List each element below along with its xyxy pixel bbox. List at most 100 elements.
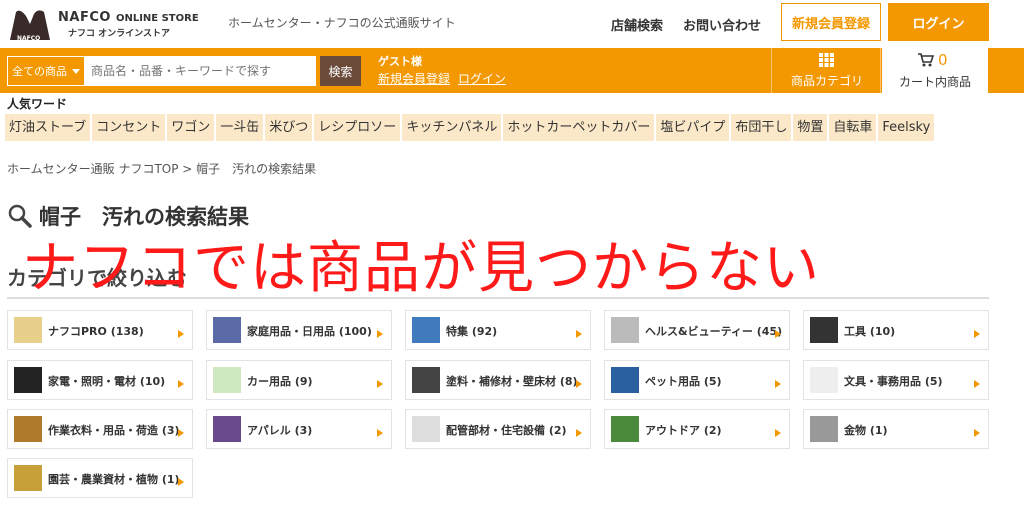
category-label: ナフコPRO (138)	[48, 325, 144, 338]
arrow-right-icon	[775, 429, 781, 437]
category-thumbnail	[213, 416, 241, 442]
category-menu-button[interactable]: 商品カテゴリ	[771, 48, 881, 93]
popular-tag[interactable]: 灯油ストーブ	[5, 114, 91, 141]
page-title: 帽子 汚れの検索結果	[7, 201, 249, 233]
guest-register-link[interactable]: 新規会員登録	[378, 72, 450, 86]
arrow-right-icon	[775, 330, 781, 338]
grid-icon	[819, 53, 834, 67]
category-thumbnail	[611, 317, 639, 343]
arrow-right-icon	[377, 330, 383, 338]
popular-tag[interactable]: 布団干し	[731, 114, 792, 141]
category-card[interactable]: カー用品 (9)	[206, 360, 392, 400]
chevron-down-icon	[72, 69, 80, 74]
popular-tag[interactable]: 米びつ	[265, 114, 313, 141]
category-label: ヘルス&ビューティー (45)	[645, 325, 783, 338]
category-card[interactable]: 特集 (92)	[405, 310, 591, 350]
arrow-right-icon	[178, 478, 184, 486]
search-button[interactable]: 検索	[320, 56, 361, 86]
login-button[interactable]: ログイン	[888, 3, 989, 41]
popular-tag[interactable]: レシプロソー	[314, 114, 401, 141]
category-thumbnail	[213, 317, 241, 343]
guest-login-link[interactable]: ログイン	[458, 72, 506, 86]
popular-tag[interactable]: ワゴン	[167, 114, 215, 141]
category-label: 塗料・補修材・壁床材 (8)	[446, 375, 578, 388]
popular-words-title: 人気ワード	[7, 97, 68, 111]
arrow-right-icon	[974, 330, 980, 338]
category-card[interactable]: 園芸・農業資材・植物 (1)	[7, 458, 193, 498]
category-thumbnail	[611, 367, 639, 393]
category-thumbnail	[213, 367, 241, 393]
cart-count: 0	[938, 51, 948, 69]
category-label: 家庭用品・日用品 (100)	[247, 325, 372, 338]
arrow-right-icon	[178, 330, 184, 338]
category-label: 作業衣料・用品・荷造 (3)	[48, 424, 180, 437]
site-header: NAFCO NAFCO ONLINE STORE ナフコ オンラインストア ホー…	[0, 0, 1024, 48]
search-input[interactable]	[85, 56, 316, 86]
cart-icon	[918, 53, 934, 67]
category-label: アパレル (3)	[247, 424, 313, 437]
svg-text:NAFCO: NAFCO	[17, 35, 40, 42]
contact-link[interactable]: お問い合わせ	[683, 15, 761, 34]
category-thumbnail	[14, 465, 42, 491]
popular-tags: 灯油ストーブ コンセント ワゴン 一斗缶 米びつ レシプロソー キッチンパネル ホットカーペッ…	[5, 114, 936, 142]
cart-label: カート内商品	[898, 75, 971, 89]
category-thumbnail	[810, 416, 838, 442]
search-bar: 全ての商品 検索 ゲスト様 新規会員登録ログイン 商品カテゴリ 0 カート内商品	[0, 48, 1024, 93]
arrow-right-icon	[576, 380, 582, 388]
page-title-text: 帽子 汚れの検索結果	[39, 205, 249, 229]
guest-label: ゲスト様	[378, 55, 422, 68]
category-card[interactable]: 作業衣料・用品・荷造 (3)	[7, 409, 193, 449]
category-card[interactable]: 配管部材・住宅設備 (2)	[405, 409, 591, 449]
category-thumbnail	[14, 367, 42, 393]
arrow-right-icon	[775, 380, 781, 388]
category-label: 特集 (92)	[446, 325, 498, 338]
arrow-right-icon	[377, 380, 383, 388]
category-thumbnail	[810, 367, 838, 393]
category-thumbnail	[14, 317, 42, 343]
category-label: 金物 (1)	[844, 424, 888, 437]
breadcrumb[interactable]: ホームセンター通販 ナフコTOP > 帽子 汚れの検索結果	[7, 160, 316, 177]
category-card[interactable]: ヘルス&ビューティー (45)	[604, 310, 790, 350]
category-label: カー用品 (9)	[247, 375, 313, 388]
category-thumbnail	[412, 416, 440, 442]
cart-button[interactable]: 0 カート内商品	[882, 48, 988, 93]
arrow-right-icon	[974, 380, 980, 388]
guest-links: 新規会員登録 ログイン	[378, 70, 514, 87]
magnifier-icon	[8, 204, 32, 228]
category-card[interactable]: 文具・事務用品 (5)	[803, 360, 989, 400]
category-thumbnail	[611, 416, 639, 442]
arrow-right-icon	[178, 380, 184, 388]
register-button[interactable]: 新規会員登録	[781, 3, 881, 41]
popular-tag[interactable]: コンセント	[92, 114, 166, 141]
category-select[interactable]: 全ての商品	[7, 56, 85, 86]
popular-tag[interactable]: 物置	[793, 114, 828, 141]
category-card[interactable]: 家庭用品・日用品 (100)	[206, 310, 392, 350]
popular-tag[interactable]: Feelsky	[878, 114, 935, 141]
category-card[interactable]: アパレル (3)	[206, 409, 392, 449]
category-label: 家電・照明・電材 (10)	[48, 375, 166, 388]
logo-brand: NAFCO ONLINE STORE	[58, 10, 199, 25]
category-card[interactable]: ペット用品 (5)	[604, 360, 790, 400]
arrow-right-icon	[377, 429, 383, 437]
divider	[7, 297, 989, 299]
arrow-right-icon	[974, 429, 980, 437]
category-thumbnail	[810, 317, 838, 343]
category-label: 園芸・農業資材・植物 (1)	[48, 473, 180, 486]
category-card[interactable]: ナフコPRO (138)	[7, 310, 193, 350]
category-card[interactable]: 工具 (10)	[803, 310, 989, 350]
category-card[interactable]: アウトドア (2)	[604, 409, 790, 449]
store-search-link[interactable]: 店舗検索	[611, 15, 663, 34]
popular-tag[interactable]: ホットカーペットカバー	[503, 114, 655, 141]
category-card[interactable]: 金物 (1)	[803, 409, 989, 449]
category-card[interactable]: 塗料・補修材・壁床材 (8)	[405, 360, 591, 400]
popular-tag[interactable]: 自転車	[829, 114, 877, 141]
arrow-right-icon	[178, 429, 184, 437]
category-label: 配管部材・住宅設備 (2)	[446, 424, 567, 437]
nafco-logo[interactable]: NAFCO NAFCO ONLINE STORE ナフコ オンラインストア	[8, 6, 208, 42]
popular-tag[interactable]: 塩ビパイプ	[656, 114, 730, 141]
category-card[interactable]: 家電・照明・電材 (10)	[7, 360, 193, 400]
category-select-label: 全ての商品	[12, 65, 67, 78]
popular-tag[interactable]: キッチンパネル	[402, 114, 502, 141]
popular-tag[interactable]: 一斗缶	[216, 114, 264, 141]
category-label: 工具 (10)	[844, 325, 896, 338]
